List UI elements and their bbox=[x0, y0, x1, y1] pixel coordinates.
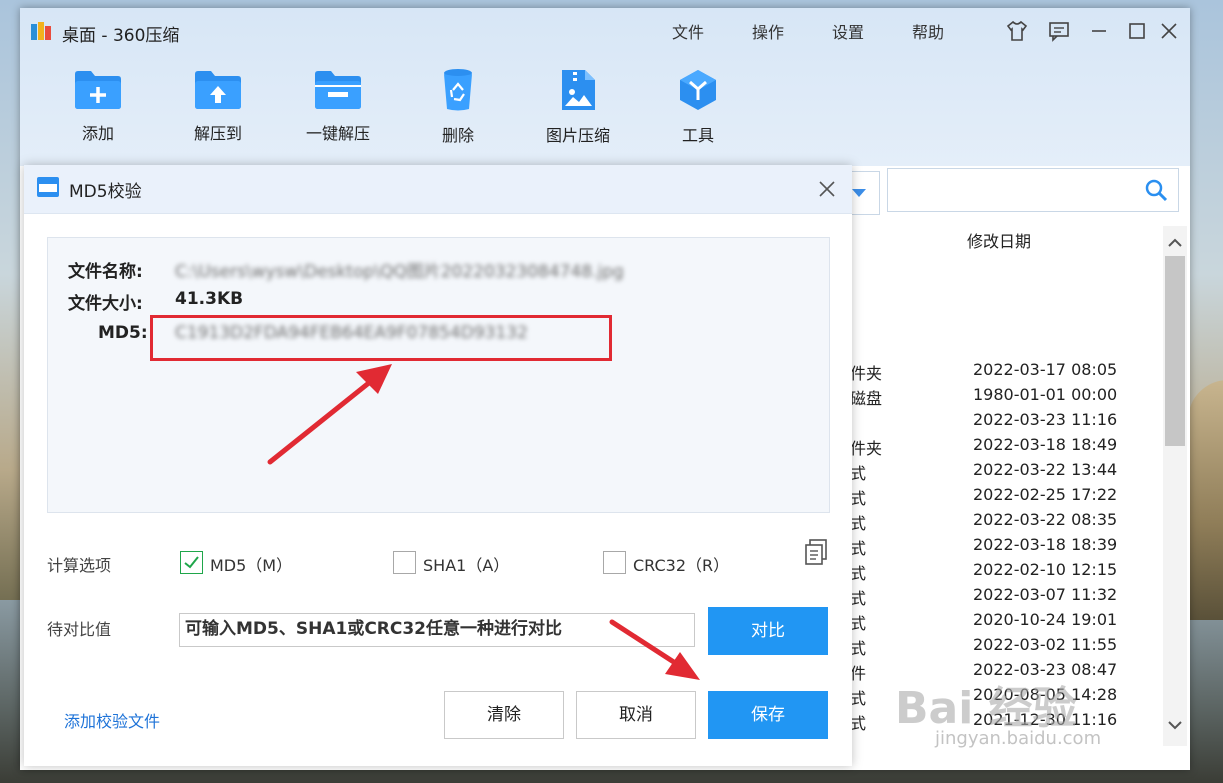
compare-label: 待对比值 bbox=[47, 620, 112, 639]
watermark-logo: Bai 经验 bbox=[895, 683, 1077, 734]
file-list-scrollbar[interactable] bbox=[1163, 226, 1187, 746]
tools-label: 工具 bbox=[681, 126, 714, 145]
extract-folder-icon bbox=[195, 71, 241, 109]
sha1-option-label[interactable]: SHA1（A） bbox=[423, 552, 509, 576]
search-icon[interactable] bbox=[1144, 178, 1168, 202]
app-logo-icon bbox=[31, 22, 51, 40]
feedback-icon[interactable] bbox=[1048, 20, 1070, 42]
file-list-header: 修改日期 bbox=[850, 226, 1160, 256]
skin-icon[interactable] bbox=[1006, 20, 1028, 42]
scroll-up-icon[interactable] bbox=[1168, 238, 1182, 248]
dialog-header: MD5校验 bbox=[24, 165, 852, 214]
menu-operation[interactable]: 操作 bbox=[752, 19, 784, 43]
image-compress-button[interactable]: 图片压缩 bbox=[528, 68, 628, 158]
compare-button[interactable]: 对比 bbox=[708, 607, 828, 655]
watermark-url: jingyan.baidu.com bbox=[935, 728, 1102, 749]
delete-label: 删除 bbox=[441, 126, 474, 145]
one-click-extract-button[interactable]: 一键解压 bbox=[288, 68, 388, 158]
close-icon[interactable] bbox=[817, 179, 837, 199]
md5-icon bbox=[37, 177, 59, 197]
copy-icon[interactable] bbox=[803, 538, 829, 566]
md5-highlight-box bbox=[150, 315, 612, 361]
recycle-bin-icon bbox=[444, 69, 472, 111]
app-title: 桌面 - 360压缩 bbox=[62, 26, 180, 46]
menu-help[interactable]: 帮助 bbox=[912, 19, 944, 43]
close-window-icon[interactable] bbox=[1158, 20, 1180, 42]
add-label: 添加 bbox=[81, 124, 114, 143]
md5-label: MD5: bbox=[98, 323, 148, 343]
md5-checkbox[interactable] bbox=[180, 551, 203, 574]
extract-to-button[interactable]: 解压到 bbox=[168, 68, 268, 158]
image-compress-icon bbox=[562, 70, 595, 110]
save-button[interactable]: 保存 bbox=[708, 691, 828, 739]
checkmark-icon bbox=[184, 556, 199, 569]
scroll-down-icon[interactable] bbox=[1168, 720, 1182, 730]
dialog-title: MD5校验 bbox=[69, 182, 142, 202]
options-label: 计算选项 bbox=[47, 556, 112, 575]
file-size-value: 41.3KB bbox=[175, 289, 244, 309]
crc32-checkbox[interactable] bbox=[603, 551, 626, 574]
search-input[interactable] bbox=[887, 168, 1179, 212]
compare-input[interactable]: 可输入MD5、SHA1或CRC32任意一种进行对比 bbox=[179, 613, 695, 647]
desktop-hill bbox=[1188, 380, 1223, 620]
tools-cube-icon bbox=[680, 70, 716, 110]
add-check-file-link[interactable]: 添加校验文件 bbox=[64, 708, 160, 732]
modified-date-header[interactable]: 修改日期 bbox=[967, 228, 1031, 252]
sha1-checkbox[interactable] bbox=[393, 551, 416, 574]
menu-file[interactable]: 文件 bbox=[672, 19, 704, 43]
file-name-value: C:\Users\wysw\Desktop\QQ图片20220323084748… bbox=[175, 262, 624, 282]
file-name-label: 文件名称: bbox=[68, 262, 143, 282]
extract-to-label: 解压到 bbox=[193, 124, 242, 143]
crc32-option-label[interactable]: CRC32（R） bbox=[633, 552, 729, 576]
file-info-panel: 文件名称: C:\Users\wysw\Desktop\QQ图片20220323… bbox=[47, 237, 830, 565]
minimize-icon[interactable] bbox=[1088, 20, 1110, 42]
image-compress-label: 图片压缩 bbox=[545, 126, 610, 145]
add-folder-icon bbox=[75, 71, 121, 109]
clear-button[interactable]: 清除 bbox=[444, 691, 564, 739]
tools-button[interactable]: 工具 bbox=[648, 68, 748, 158]
one-click-extract-label: 一键解压 bbox=[305, 124, 370, 143]
scroll-thumb[interactable] bbox=[1165, 256, 1185, 446]
chevron-down-icon bbox=[852, 189, 866, 197]
maximize-icon[interactable] bbox=[1126, 20, 1148, 42]
one-click-folder-icon bbox=[315, 71, 361, 109]
titlebar: 桌面 - 360压缩 文件 操作 设置 帮助 bbox=[20, 8, 1190, 52]
file-size-label: 文件大小: bbox=[68, 294, 143, 314]
md5-dialog: MD5校验 文件名称: C:\Users\wysw\Desktop\QQ图片20… bbox=[24, 165, 852, 766]
md5-option-label[interactable]: MD5（M） bbox=[210, 552, 292, 576]
add-button[interactable]: 添加 bbox=[48, 68, 148, 158]
menu-settings[interactable]: 设置 bbox=[832, 19, 864, 43]
cancel-button[interactable]: 取消 bbox=[576, 691, 696, 739]
delete-button[interactable]: 删除 bbox=[408, 68, 508, 158]
